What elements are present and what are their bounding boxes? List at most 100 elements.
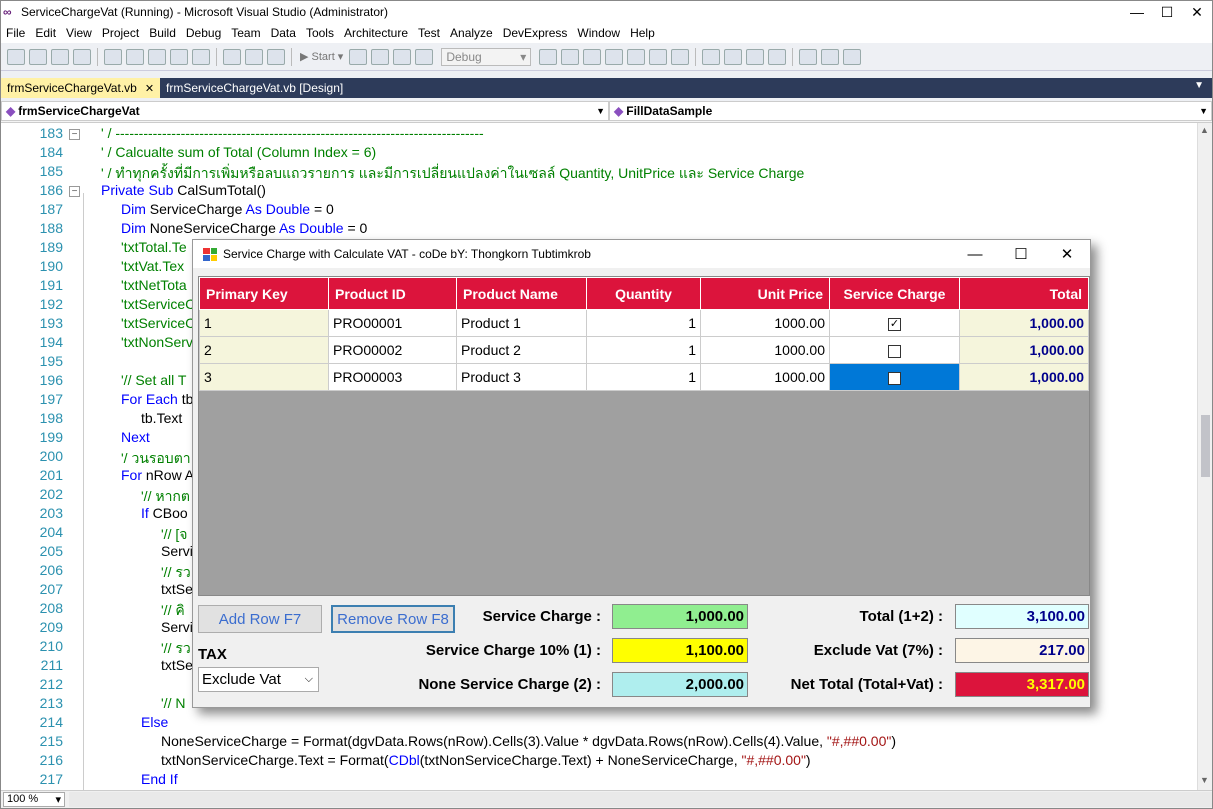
open-file-icon[interactable] — [29, 48, 47, 65]
column-header[interactable]: Unit Price — [700, 277, 830, 310]
minimize-button[interactable]: — — [1122, 4, 1152, 20]
none-service-charge-field[interactable]: 2,000.00 — [612, 672, 748, 697]
undo-icon[interactable] — [223, 48, 241, 65]
menu-item-window[interactable]: Window — [572, 26, 625, 40]
class-dropdown[interactable]: ◆ frmServiceChargeVat ▼ — [1, 101, 609, 121]
horizontal-scrollbar[interactable] — [69, 792, 1212, 807]
continue-icon[interactable] — [349, 48, 368, 65]
save-icon[interactable] — [51, 48, 69, 65]
search-icon[interactable] — [799, 48, 818, 65]
menu-item-devexpress[interactable]: DevExpress — [498, 26, 573, 40]
menu-item-help[interactable]: Help — [625, 26, 660, 40]
menu-item-analyze[interactable]: Analyze — [445, 26, 498, 40]
quantity-cell[interactable]: 1 — [586, 309, 701, 337]
primary-key-cell[interactable]: 1 — [199, 309, 329, 337]
config-dropdown[interactable]: Debug ▾ — [441, 47, 532, 66]
service-charge-cell[interactable] — [829, 363, 960, 391]
menu-item-architecture[interactable]: Architecture — [339, 26, 413, 40]
tab-list-dropdown-icon[interactable]: ▼ — [1186, 78, 1212, 98]
table-row[interactable]: 1 PRO00001 Product 1 1 1000.00 ✓ 1,000.00 — [199, 309, 1089, 337]
service-charge-checkbox[interactable] — [888, 344, 901, 358]
column-header[interactable]: Service Charge — [829, 277, 960, 310]
product-name-cell[interactable]: Product 1 — [456, 309, 587, 337]
tool-icon-9[interactable] — [724, 48, 743, 65]
column-header[interactable]: Quantity — [586, 277, 701, 310]
tab-design[interactable]: frmServiceChargeVat.vb [Design] — [160, 78, 349, 98]
product-id-cell[interactable]: PRO00003 — [328, 363, 457, 391]
add-row-button[interactable]: Add Row F7 — [198, 605, 322, 633]
table-row[interactable]: 3 PRO00003 Product 3 1 1000.00 1,000.00 — [199, 363, 1089, 391]
start-button[interactable]: ▶ Start ▾ — [300, 50, 343, 63]
quantity-cell[interactable]: 1 — [586, 336, 701, 364]
tool-icon-8[interactable] — [702, 48, 721, 65]
tool-icon-7[interactable] — [671, 48, 690, 65]
service-charge-cell[interactable]: ✓ — [829, 309, 960, 337]
remove-row-button[interactable]: Remove Row F8 — [331, 605, 455, 633]
column-header[interactable]: Total — [959, 277, 1089, 310]
menu-item-test[interactable]: Test — [413, 26, 445, 40]
tool-icon-1[interactable] — [539, 48, 558, 65]
table-row[interactable]: 2 PRO00002 Product 2 1 1000.00 1,000.00 — [199, 336, 1089, 364]
product-name-cell[interactable]: Product 2 — [456, 336, 587, 364]
scroll-down-icon[interactable]: ▼ — [1200, 775, 1209, 785]
dialog-maximize-button[interactable]: ☐ — [998, 245, 1044, 263]
tool-icon-5[interactable] — [627, 48, 646, 65]
menu-item-debug[interactable]: Debug — [181, 26, 226, 40]
service-charge-10-field[interactable]: 1,100.00 — [612, 638, 748, 663]
close-button[interactable]: ✕ — [1182, 4, 1212, 21]
restart-icon[interactable] — [415, 48, 434, 65]
tool-icon-10[interactable] — [746, 48, 765, 65]
menu-item-view[interactable]: View — [61, 26, 97, 40]
tool-icon-12[interactable] — [821, 48, 840, 65]
dialog-close-button[interactable]: ✕ — [1044, 245, 1090, 263]
tax-select[interactable]: Exclude Vat ⌵ — [198, 667, 319, 692]
tool-icon-13[interactable] — [843, 48, 862, 65]
redo-icon[interactable] — [245, 48, 263, 65]
service-charge-field[interactable]: 1,000.00 — [612, 604, 748, 629]
column-header[interactable]: Product Name — [456, 277, 587, 310]
uncomment-icon[interactable] — [192, 48, 210, 65]
new-project-icon[interactable] — [7, 48, 25, 65]
tab-code[interactable]: frmServiceChargeVat.vb ✕ — [1, 78, 161, 98]
tool-icon-11[interactable] — [768, 48, 787, 65]
total-cell[interactable]: 1,000.00 — [959, 363, 1089, 391]
menu-item-tools[interactable]: Tools — [301, 26, 339, 40]
save-all-icon[interactable] — [73, 48, 91, 65]
exclude-vat-field[interactable]: 217.00 — [955, 638, 1089, 663]
paste-icon[interactable] — [148, 48, 166, 65]
menu-item-data[interactable]: Data — [266, 26, 301, 40]
unit-price-cell[interactable]: 1000.00 — [700, 309, 830, 337]
product-name-cell[interactable]: Product 3 — [456, 363, 587, 391]
copy-icon[interactable] — [126, 48, 144, 65]
vertical-scrollbar[interactable]: ▲ ▼ — [1197, 123, 1212, 790]
service-charge-checkbox[interactable] — [888, 371, 901, 385]
tool-icon-6[interactable] — [649, 48, 668, 65]
dialog-minimize-button[interactable]: — — [952, 246, 998, 263]
maximize-button[interactable]: ☐ — [1152, 4, 1182, 21]
data-grid[interactable]: Primary Key Product ID Product Name Quantit… — [198, 276, 1090, 596]
zoom-dropdown[interactable]: 100 % ▾ — [3, 792, 65, 807]
column-header[interactable]: Primary Key — [199, 277, 329, 310]
member-dropdown[interactable]: ◆ FillDataSample ▼ — [609, 101, 1212, 121]
service-charge-checkbox[interactable]: ✓ — [888, 317, 901, 331]
outline-collapse-icon[interactable]: − — [69, 186, 80, 197]
column-header[interactable]: Product ID — [328, 277, 457, 310]
scroll-thumb[interactable] — [1201, 415, 1210, 477]
service-charge-cell[interactable] — [829, 336, 960, 364]
menu-item-project[interactable]: Project — [97, 26, 144, 40]
total-cell[interactable]: 1,000.00 — [959, 309, 1089, 337]
comment-icon[interactable] — [170, 48, 188, 65]
navigate-icon[interactable] — [267, 48, 285, 65]
menu-item-edit[interactable]: Edit — [30, 26, 61, 40]
unit-price-cell[interactable]: 1000.00 — [700, 363, 830, 391]
pause-icon[interactable] — [371, 48, 390, 65]
product-id-cell[interactable]: PRO00002 — [328, 336, 457, 364]
cut-icon[interactable] — [104, 48, 122, 65]
menu-item-team[interactable]: Team — [226, 26, 265, 40]
menu-item-file[interactable]: File — [1, 26, 30, 40]
quantity-cell[interactable]: 1 — [586, 363, 701, 391]
tool-icon-2[interactable] — [561, 48, 580, 65]
unit-price-cell[interactable]: 1000.00 — [700, 336, 830, 364]
tool-icon-3[interactable] — [583, 48, 602, 65]
net-total-field[interactable]: 3,317.00 — [955, 672, 1089, 697]
